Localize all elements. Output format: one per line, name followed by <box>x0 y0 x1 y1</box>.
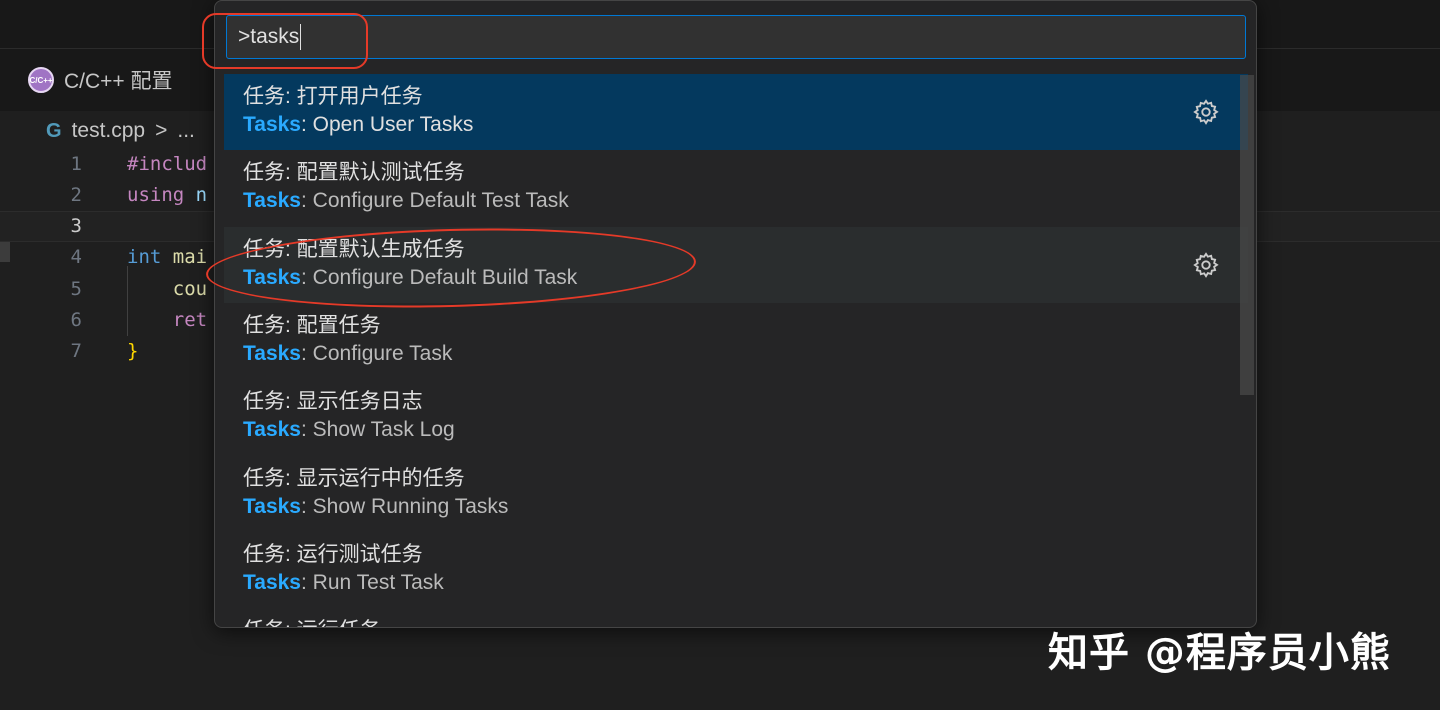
code-token: int <box>127 246 162 269</box>
code-token: ret <box>172 309 208 331</box>
command-search-input[interactable]: >tasks <box>226 15 1246 59</box>
command-title-en: Tasks: Show Running Tasks <box>243 495 508 519</box>
command-label-rest: : Open User Tasks <box>301 113 474 136</box>
line-number: 2 <box>70 183 82 206</box>
line-number: 5 <box>70 277 82 300</box>
code-token: n <box>195 183 208 206</box>
command-item[interactable]: 任务: 配置任务 Tasks: Configure Task <box>224 303 1248 379</box>
code-token: mai <box>172 246 208 269</box>
indent-guide <box>127 266 128 336</box>
command-item[interactable]: 任务: 打开用户任务 Tasks: Open User Tasks <box>224 74 1248 150</box>
code-token: cou <box>172 277 208 300</box>
line-number: 6 <box>70 309 82 331</box>
command-label-rest: : Configure Default Test Task <box>301 189 569 213</box>
match-highlight: Tasks <box>243 418 301 442</box>
command-label-rest: : Run Test Task <box>301 570 444 594</box>
command-item[interactable]: 任务: 配置默认测试任务 Tasks: Configure Default Tes… <box>224 150 1248 226</box>
command-title-zh: 任务: 配置任务 <box>243 313 381 337</box>
command-palette: >tasks 任务: 打开用户任务 Tasks: Open User Tasks 任… <box>214 0 1257 628</box>
code-token: #includ <box>127 152 208 175</box>
command-title-en: Tasks: Show Task Log <box>243 418 455 442</box>
command-title-zh: 任务: 打开用户任务 <box>243 85 423 108</box>
command-title-en: Tasks: Configure Task <box>243 342 452 366</box>
command-label-rest: : Show Task Log <box>301 418 455 442</box>
command-item[interactable]: 任务: 显示任务日志 Tasks: Show Task Log <box>224 379 1248 455</box>
gear-icon[interactable] <box>1192 251 1220 279</box>
match-highlight: Tasks <box>243 113 301 136</box>
command-title-zh: 任务: 运行任务 <box>243 614 381 627</box>
annotation-box-query <box>202 13 368 69</box>
code-token: using <box>127 183 185 206</box>
match-highlight: Tasks <box>243 570 301 594</box>
command-label-rest: : Show Running Tasks <box>301 494 509 518</box>
breadcrumb-more[interactable]: ... <box>177 119 195 143</box>
line-number: 7 <box>70 340 82 363</box>
code-text: int mai <box>127 246 207 268</box>
match-highlight: Tasks <box>243 494 301 518</box>
code-text: } <box>127 340 138 362</box>
code-text: using n <box>127 184 207 206</box>
command-title-zh: 任务: 运行测试任务 <box>243 542 423 566</box>
tab-label: C/C++ 配置 <box>64 70 173 93</box>
command-item[interactable]: 任务: 运行测试任务 Tasks: Run Test Task <box>224 532 1248 608</box>
chevron-right-icon: > <box>155 119 168 142</box>
match-highlight: Tasks <box>243 189 301 213</box>
breadcrumb-file[interactable]: test.cpp <box>72 119 146 143</box>
code-text: cou <box>127 278 207 300</box>
list-scrollbar[interactable] <box>1240 75 1254 395</box>
tab-cpp-config[interactable]: C/C++ C/C++ 配置 <box>14 49 187 111</box>
code-token: } <box>127 340 139 363</box>
line-number: 4 <box>70 246 82 269</box>
command-title-en: Tasks: Configure Default Test Task <box>243 189 569 213</box>
command-title-zh: 任务: 配置默认测试任务 <box>243 161 465 185</box>
command-title-zh: 任务: 显示运行中的任务 <box>243 466 465 490</box>
gear-icon[interactable] <box>1192 98 1220 126</box>
command-title-zh: 任务: 显示任务日志 <box>243 390 423 414</box>
command-list: 任务: 打开用户任务 Tasks: Open User Tasks 任务: 配置默认… <box>224 74 1248 627</box>
code-text: #includ <box>127 153 207 175</box>
cpp-settings-icon: C/C++ <box>28 67 54 93</box>
line-number: 1 <box>70 152 82 175</box>
watermark: 知乎 @程序员小熊 <box>1048 630 1391 676</box>
command-label-rest: : Configure Task <box>301 341 453 365</box>
command-title-en: Tasks: Run Test Task <box>243 571 444 595</box>
cpp-file-icon: G <box>46 119 62 142</box>
line-number: 3 <box>70 215 82 238</box>
command-title-en: Tasks: Open User Tasks <box>243 113 473 137</box>
match-highlight: Tasks <box>243 341 301 365</box>
code-text: ret <box>127 309 207 331</box>
command-item[interactable]: 任务: 显示运行中的任务 Tasks: Show Running Tasks <box>224 456 1248 532</box>
